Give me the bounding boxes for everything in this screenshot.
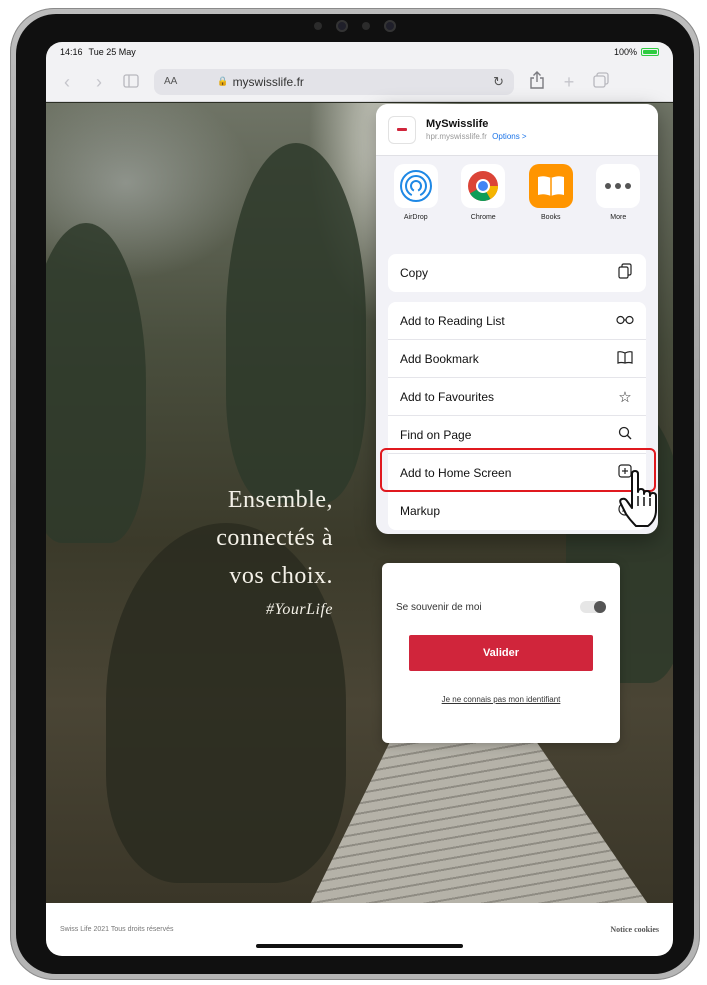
lock-icon: 🔒 (217, 76, 229, 86)
forward-icon[interactable]: › (90, 73, 108, 91)
glasses-icon (616, 312, 634, 329)
back-icon[interactable]: ‹ (58, 73, 76, 91)
share-icon[interactable] (528, 71, 546, 92)
actions-group: Add to Reading List Add Bookmark Add to … (388, 302, 646, 530)
action-markup[interactable]: Markup (388, 492, 646, 530)
highlight-box-add-home-screen (380, 448, 656, 492)
site-favicon (388, 115, 416, 144)
app-label: AirDrop (403, 214, 428, 221)
status-bar: 14:16 Tue 25 May 100% (46, 42, 673, 62)
tree-shape (226, 143, 366, 503)
reload-icon[interactable]: ↻ (493, 74, 504, 90)
hero-line: vos choix. (229, 563, 333, 589)
star-icon: ☆ (618, 388, 632, 406)
action-label: Add to Favourites (400, 389, 495, 404)
search-icon (616, 426, 634, 444)
share-subtitle: hpr.myswisslife.fr (426, 132, 487, 141)
url-text: myswisslife.fr (232, 74, 304, 89)
share-sheet-header: MySwisslife hpr.myswisslife.fr Options > (376, 104, 658, 156)
home-indicator[interactable] (256, 944, 463, 948)
sidebar-icon[interactable] (122, 73, 140, 91)
remember-me-row: Se souvenir de moi (396, 601, 606, 613)
reader-aa-button[interactable]: AA (164, 76, 177, 87)
action-add-reading-list[interactable]: Add to Reading List (388, 302, 646, 340)
hero-headline: Ensemble, connectés à vos choix. #YourLi… (216, 481, 333, 625)
app-label: Books (541, 214, 561, 221)
action-copy[interactable]: Copy (388, 254, 646, 292)
status-date: Tue 25 May (88, 47, 136, 57)
tree-shape (46, 223, 146, 543)
copy-icon (616, 263, 634, 283)
copyright-text: Swiss Life 2021 Tous droits réservés (60, 926, 174, 933)
action-add-favourites[interactable]: Add to Favourites ☆ (388, 378, 646, 416)
valider-button[interactable]: Valider (409, 635, 593, 671)
share-title: MySwisslife (426, 118, 489, 130)
app-label: More (610, 214, 627, 221)
cookies-link[interactable]: Notice cookies (610, 925, 659, 934)
login-card: Se souvenir de moi Valider Je ne connais… (382, 563, 620, 743)
hero-line: Ensemble, (227, 487, 333, 513)
action-add-bookmark[interactable]: Add Bookmark (388, 340, 646, 378)
chrome-icon (461, 164, 506, 208)
action-label: Find on Page (400, 427, 472, 442)
new-tab-icon[interactable]: + (560, 73, 578, 91)
airdrop-icon (393, 164, 438, 208)
camera-array (314, 20, 396, 32)
status-time: 14:16 (60, 47, 83, 57)
hero-line: connectés à (216, 525, 333, 551)
sensor-dot (314, 22, 322, 30)
share-app-airdrop[interactable]: AirDrop (386, 164, 446, 244)
share-app-chrome[interactable]: Chrome (453, 164, 513, 244)
remember-me-label: Se souvenir de moi (396, 601, 482, 613)
camera-lens (384, 20, 396, 32)
action-label: Markup (400, 504, 441, 518)
tabs-overview-icon[interactable] (592, 72, 610, 91)
page-footer: Swiss Life 2021 Tous droits réservés Not… (46, 903, 673, 956)
remember-me-toggle[interactable] (580, 601, 606, 613)
action-label: Add to Reading List (400, 313, 505, 328)
camera-lens (336, 20, 348, 32)
battery-icon (641, 48, 659, 56)
sensor-dot (362, 22, 370, 30)
action-label: Copy (400, 266, 429, 280)
hand-pointer-icon (618, 470, 664, 535)
hero-hashtag: #YourLife (265, 601, 333, 618)
address-bar[interactable]: AA 🔒 myswisslife.fr ↻ (154, 68, 514, 95)
book-icon (616, 350, 634, 368)
share-app-more[interactable]: More (588, 164, 648, 244)
copy-group: Copy (388, 254, 646, 292)
ipad-screen: 14:16 Tue 25 May 100% ‹ › AA 🔒 myswissli… (46, 42, 673, 956)
more-icon (596, 164, 641, 208)
action-label: Add Bookmark (400, 351, 479, 366)
safari-toolbar: ‹ › AA 🔒 myswisslife.fr ↻ + (46, 62, 673, 102)
books-icon (528, 164, 573, 208)
share-app-books[interactable]: Books (521, 164, 581, 244)
share-app-row: AirDrop Chrome Books More (376, 164, 658, 244)
app-label: Chrome (470, 214, 496, 221)
battery-percent: 100% (613, 47, 637, 57)
options-link[interactable]: Options > (492, 132, 526, 141)
forgot-id-link[interactable]: Je ne connais pas mon identifiant (382, 695, 620, 704)
